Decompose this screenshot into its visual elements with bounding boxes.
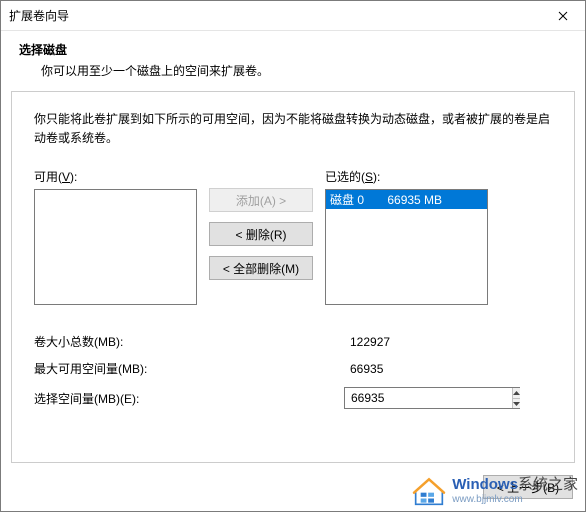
amount-row: 选择空间量(MB)(E):	[34, 387, 552, 409]
available-column: 可用(V):	[34, 168, 197, 305]
max-space-value: 66935	[344, 362, 383, 376]
selected-label: 已选的(S):	[325, 168, 488, 185]
size-fields: 卷大小总数(MB): 122927 最大可用空间量(MB): 66935 选择空…	[34, 333, 552, 409]
titlebar: 扩展卷向导	[1, 1, 585, 31]
transfer-buttons: 添加(A) > < 删除(R) < 全部删除(M)	[209, 188, 313, 280]
close-icon	[558, 11, 568, 21]
available-label: 可用(V):	[34, 168, 197, 185]
wizard-window: 扩展卷向导 选择磁盘 你可以用至少一个磁盘上的空间来扩展卷。 你只能将此卷扩展到…	[0, 0, 586, 512]
wizard-footer: < 上一步(B)	[1, 463, 585, 511]
total-size-label: 卷大小总数(MB):	[34, 333, 344, 350]
chevron-down-icon	[513, 402, 520, 406]
total-size-row: 卷大小总数(MB): 122927	[34, 333, 552, 350]
amount-input[interactable]	[345, 388, 512, 408]
wizard-header-title: 选择磁盘	[19, 41, 567, 58]
available-listbox[interactable]	[34, 189, 197, 305]
amount-label: 选择空间量(MB)(E):	[34, 390, 344, 407]
disk-selection-section: 可用(V): 添加(A) > < 删除(R) < 全部删除(M) 已选的(S):…	[34, 168, 552, 305]
back-button[interactable]: < 上一步(B)	[483, 475, 573, 499]
spin-up-button[interactable]	[513, 388, 520, 398]
selected-listbox[interactable]: 磁盘 0 66935 MB	[325, 189, 488, 305]
amount-spinner	[344, 387, 520, 409]
close-button[interactable]	[540, 1, 585, 30]
add-button[interactable]: 添加(A) >	[209, 188, 313, 212]
remove-button[interactable]: < 删除(R)	[209, 222, 313, 246]
max-space-row: 最大可用空间量(MB): 66935	[34, 360, 552, 377]
remove-all-button[interactable]: < 全部删除(M)	[209, 256, 313, 280]
spinner-buttons	[512, 388, 520, 408]
content-panel: 你只能将此卷扩展到如下所示的可用空间，因为不能将磁盘转换为动态磁盘，或者被扩展的…	[11, 91, 575, 463]
total-size-value: 122927	[344, 335, 390, 349]
max-space-label: 最大可用空间量(MB):	[34, 360, 344, 377]
instruction-text: 你只能将此卷扩展到如下所示的可用空间，因为不能将磁盘转换为动态磁盘，或者被扩展的…	[34, 110, 552, 148]
wizard-header-subtitle: 你可以用至少一个磁盘上的空间来扩展卷。	[19, 62, 567, 79]
list-item[interactable]: 磁盘 0 66935 MB	[326, 190, 487, 209]
selected-column: 已选的(S): 磁盘 0 66935 MB	[325, 168, 488, 305]
window-title: 扩展卷向导	[9, 7, 69, 24]
spin-down-button[interactable]	[513, 398, 520, 409]
wizard-header: 选择磁盘 你可以用至少一个磁盘上的空间来扩展卷。	[1, 31, 585, 91]
chevron-up-icon	[513, 391, 520, 395]
